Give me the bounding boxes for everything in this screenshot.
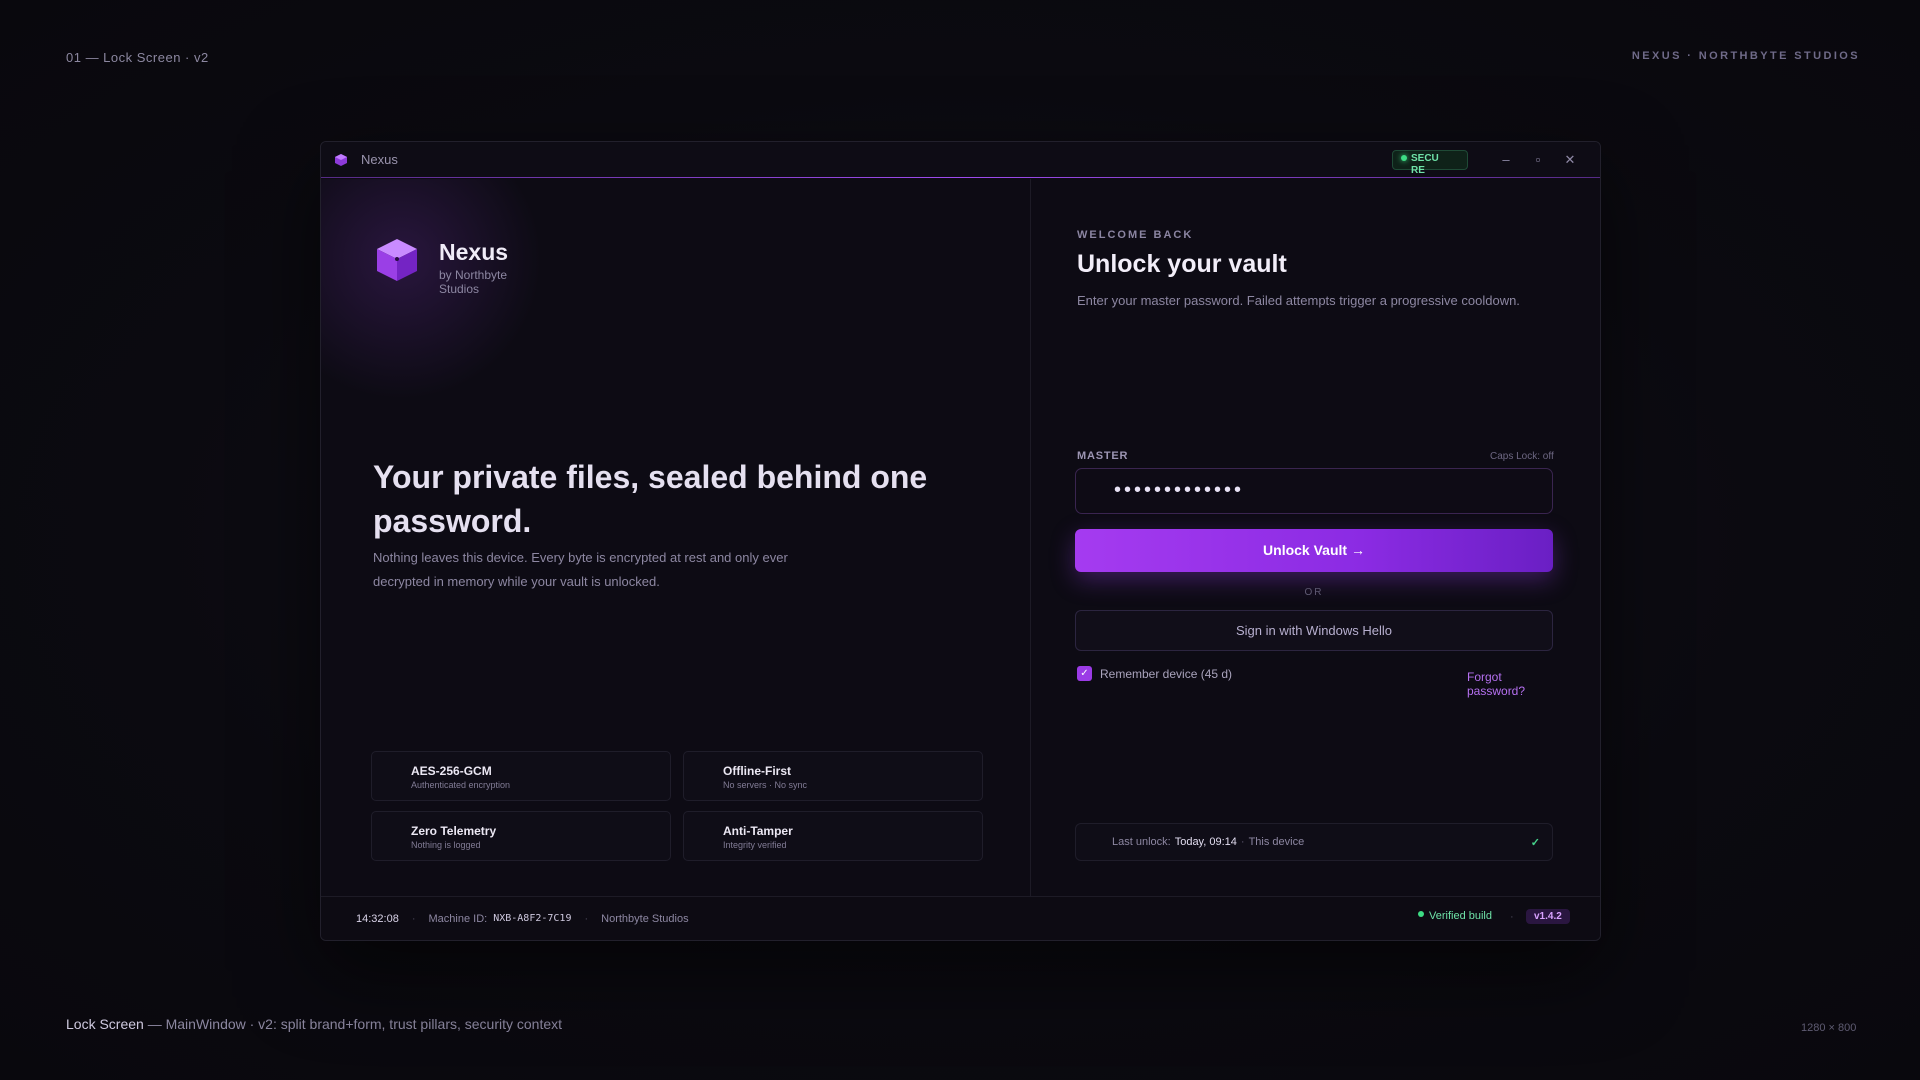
separator: · [1510,911,1514,923]
remember-device-checkbox[interactable]: ✓ [1077,666,1092,681]
windows-hello-button[interactable]: Sign in with Windows Hello [1075,610,1553,651]
pillar-desc: No servers · No sync [723,780,808,790]
hero-title: Your private files, sealed behind one pa… [373,459,928,539]
separator: · [1240,836,1245,848]
unlock-vault-button[interactable]: Unlock Vault → [1075,529,1553,572]
minimize-button[interactable]: – [1490,152,1522,167]
verified-dot-icon [1418,911,1424,917]
pillar-name: AES-256-GCM [411,764,492,778]
form-subtitle: Enter your master password. Failed attem… [1077,293,1520,308]
title-bar: Nexus SECURE – ▫ ✕ [321,142,1600,178]
master-password-input[interactable]: ••••••••••••• [1075,468,1553,514]
window-title: Nexus [361,152,398,167]
caps-lock-indicator: Caps Lock: off [1490,451,1554,462]
trust-pillars: AES-256-GCM Authenticated encryption Off… [371,751,983,861]
main-window: Nexus SECURE – ▫ ✕ Nexus by Northbyte St… [320,141,1601,941]
or-divider: OR [1304,587,1324,598]
app-logo-icon [335,153,347,166]
brand-text: Nexus by Northbyte Studios [439,237,519,296]
last-unlock-device: This device [1248,836,1305,848]
caption-description: — MainWindow · v2: split brand+form, tru… [143,1016,563,1032]
company-name: Northbyte Studios [601,912,689,925]
brand-block: Nexus by Northbyte Studios [375,237,519,296]
separator: · [584,912,589,925]
page-caption-top-left: 01 — Lock Screen · v2 [66,50,209,65]
machine-id-value: NXB-A8F2-7C19 [493,913,572,924]
pillar-offline: Offline-First No servers · No sync [683,751,983,801]
version-badge: v1.4.2 [1526,909,1570,924]
check-icon: ✓ [1530,837,1540,849]
pillar-desc: Integrity verified [723,840,787,850]
brand-panel: Nexus by Northbyte Studios Your private … [321,179,1031,896]
pillar-telemetry: Zero Telemetry Nothing is logged [371,811,671,861]
unlock-form-panel: WELCOME BACK Unlock your vault Enter you… [1031,179,1600,896]
pillar-encryption: AES-256-GCM Authenticated encryption [371,751,671,801]
pillar-name: Offline-First [723,764,791,778]
nexus-cube-icon [377,239,417,281]
welcome-eyebrow: WELCOME BACK [1077,229,1194,241]
secure-status-dot-icon [1401,154,1407,161]
maximize-button[interactable]: ▫ [1522,152,1554,167]
brand-name: Nexus [439,239,509,265]
pillar-desc: Authenticated encryption [411,780,511,790]
page-caption-bottom-left: Lock Screen — MainWindow · v2: split bra… [66,1016,562,1032]
brand-subtitle: by Northbyte Studios [439,268,508,296]
remember-device-label: Remember device (45 d) [1100,666,1233,681]
machine-id-label: Machine ID: [428,912,488,925]
status-clock: 14:32:08 [356,912,399,925]
last-unlock-info: Last unlock: Today, 09:14 · This device … [1075,823,1553,861]
secure-badge-label: SECURE [1411,152,1439,176]
window-body: Nexus by Northbyte Studios Your private … [321,179,1600,896]
close-button[interactable]: ✕ [1554,152,1586,168]
last-unlock-label: Last unlock: [1112,836,1171,848]
separator: · [411,912,416,925]
remember-device[interactable]: ✓ Remember device (45 d) [1077,666,1232,681]
verified-build-indicator: Verified build [1418,910,1492,922]
password-label: MASTER PASSWORD [1077,450,1129,462]
pillar-desc: Nothing is logged [411,840,481,850]
last-unlock-time: Today, 09:14 [1174,836,1237,848]
pillar-name: Zero Telemetry [411,824,497,838]
hero-subtitle: Nothing leaves this device. Every byte i… [373,550,788,589]
form-title: Unlock your vault [1077,250,1287,278]
verified-build-label: Verified build [1429,910,1492,922]
forgot-password-link[interactable]: Forgot password? [1467,670,1547,698]
pillar-anti-tamper: Anti-Tamper Integrity verified [683,811,983,861]
secure-badge: SECURE [1392,149,1468,176]
caption-screen-name: Lock Screen [66,1016,144,1032]
pillar-name: Anti-Tamper [723,824,793,838]
status-bar: 14:32:08 · Machine ID: NXB-A8F2-7C19 · N… [321,896,1600,940]
page-caption-top-right: NEXUS · NORTHBYTE STUDIOS [1631,50,1860,62]
page-caption-size: 1280 × 800 [1801,1022,1857,1034]
